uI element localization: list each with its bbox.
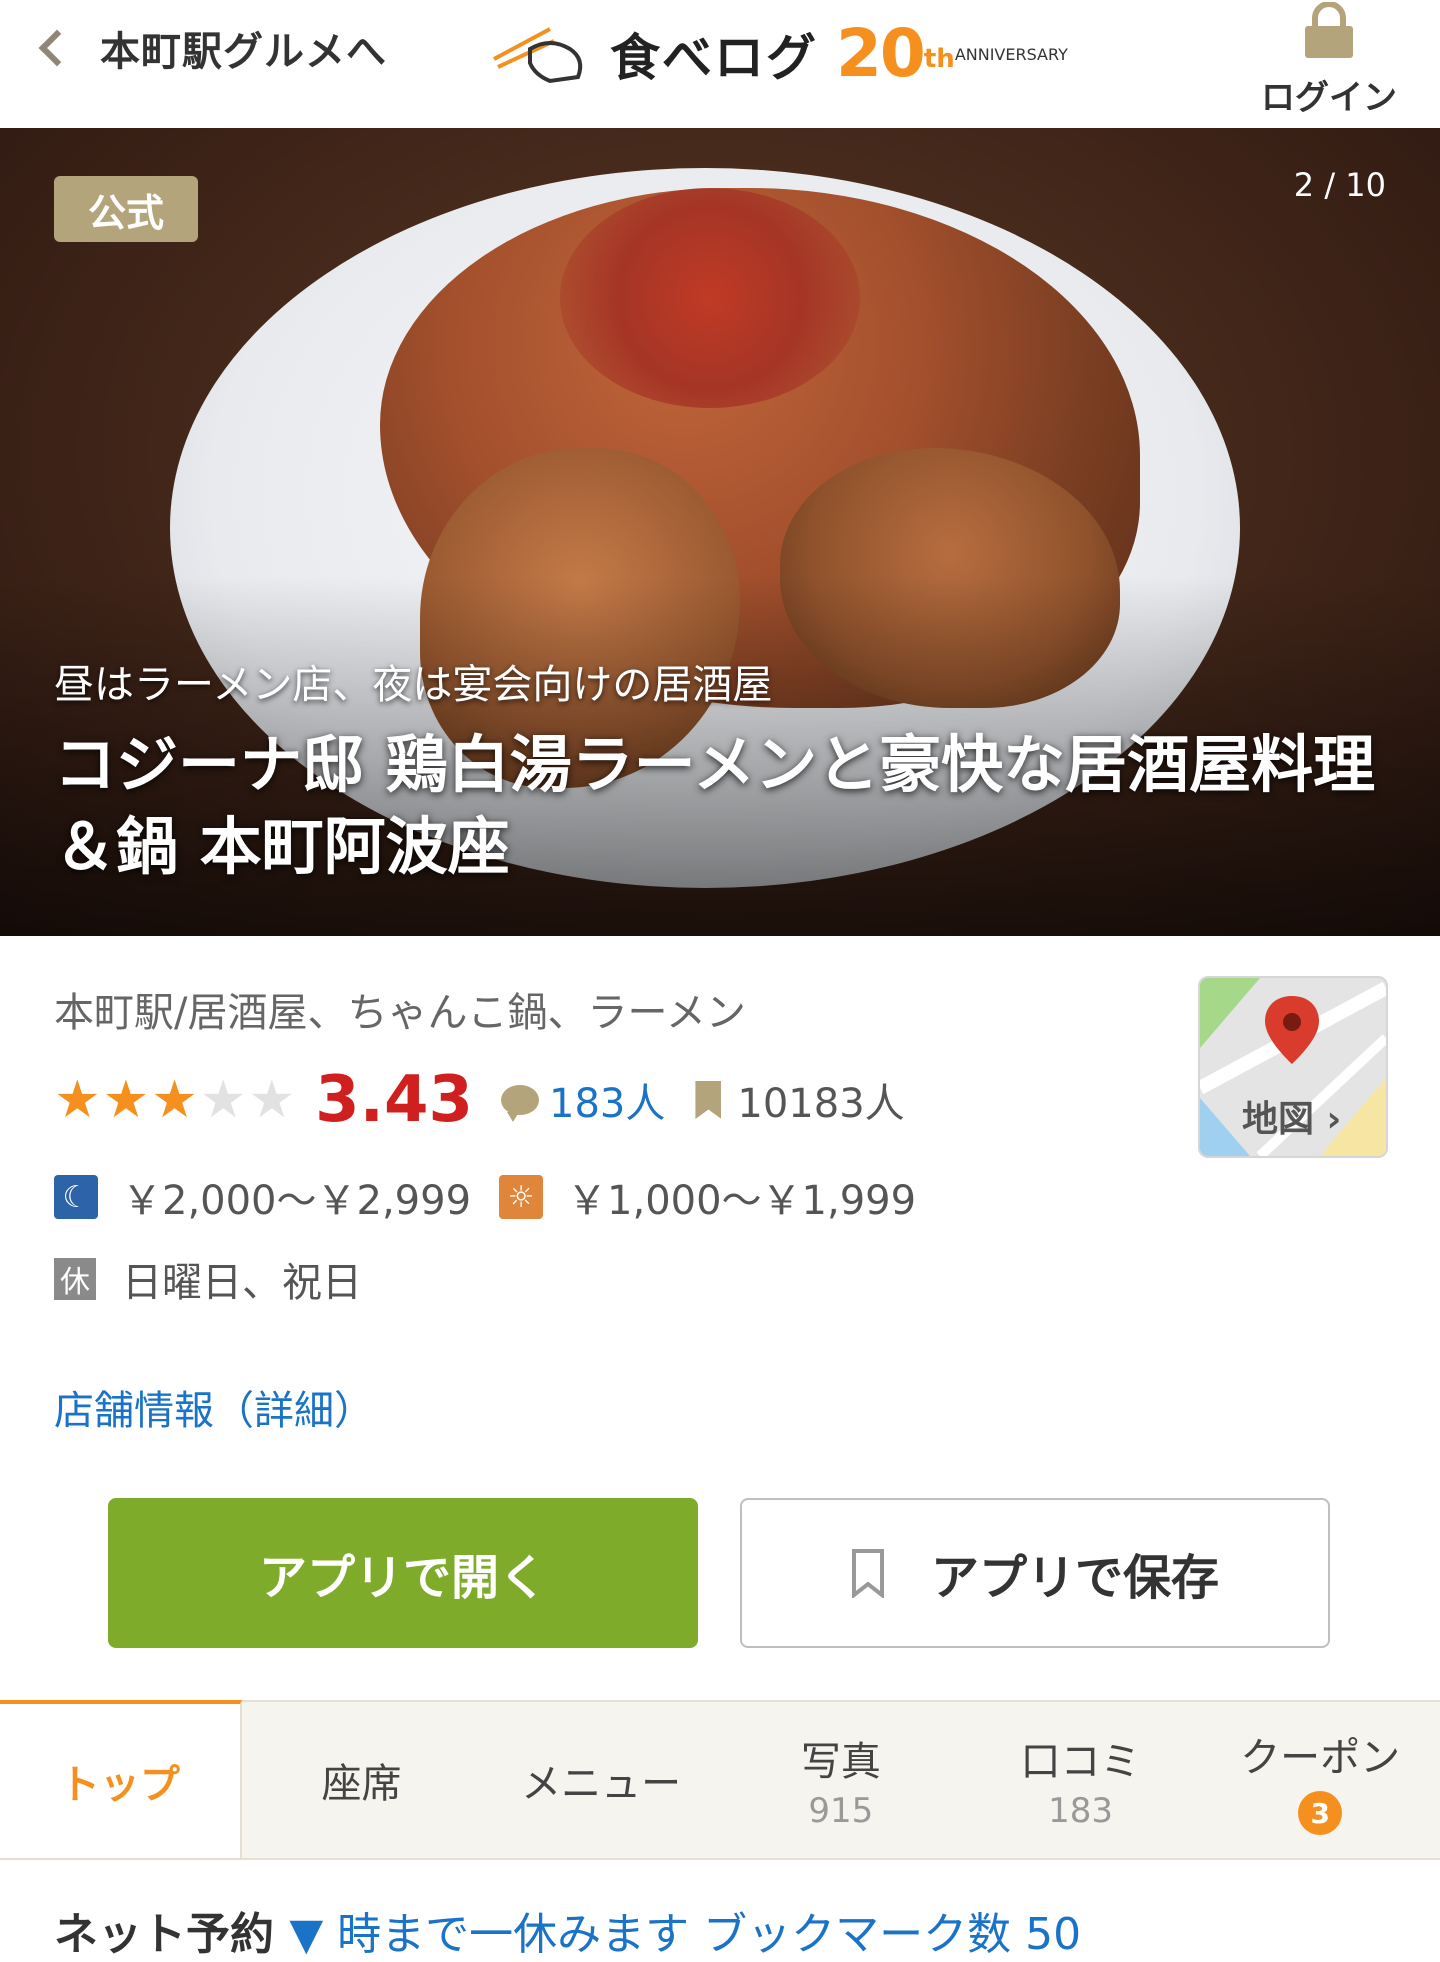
login-button[interactable]: ログイン xyxy=(1254,0,1404,119)
tab-top[interactable]: トップ xyxy=(0,1700,242,1858)
review-count: 183 xyxy=(1048,1791,1113,1831)
dinner-price: ￥2,000〜￥2,999 xyxy=(122,1178,472,1224)
bookmark-icon xyxy=(695,1081,722,1119)
tab-label: 口コミ xyxy=(1020,1739,1141,1785)
price-row: ☾ ￥2,000〜￥2,999 ☼ ￥1,000〜￥1,999 xyxy=(54,1170,944,1224)
bookmark-count: 10183人 xyxy=(737,1081,905,1127)
anniversary-number: 20 xyxy=(836,15,926,92)
star-filled-icon: ★ xyxy=(151,1070,198,1130)
official-badge: 公式 xyxy=(54,176,198,242)
tabelog-logo[interactable]: 食べログ 20 th ANNIVERSARY xyxy=(490,14,1068,94)
save-in-app-button[interactable]: アプリで保存 xyxy=(740,1498,1330,1648)
anniversary-suffix: th xyxy=(923,44,955,74)
lunch-price: ￥1,000〜￥1,999 xyxy=(567,1178,917,1224)
open-in-app-button[interactable]: アプリで開く xyxy=(108,1498,698,1648)
sun-icon: ☼ xyxy=(499,1175,544,1219)
catch-copy: 昼はラーメン店、夜は宴会向けの居酒屋 xyxy=(54,662,773,708)
review-count-link[interactable]: 183人 xyxy=(549,1071,665,1129)
shop-tabs: トップ 座席 メニュー 写真 915 口コミ 183 クーポン 3 xyxy=(0,1700,1440,1860)
map-label: 地図 › xyxy=(1242,1099,1342,1140)
anniversary-mark: 20 th xyxy=(836,15,955,92)
chevron-left-icon xyxy=(38,29,76,67)
tab-label: トップ xyxy=(59,1762,180,1808)
closed-day-icon: 休 xyxy=(54,1258,96,1300)
photo-counter: 2 / 10 xyxy=(1293,166,1386,204)
chopsticks-hand-icon xyxy=(493,27,583,84)
tab-coupons[interactable]: クーポン 3 xyxy=(1200,1702,1440,1858)
map-button[interactable]: 地図 › xyxy=(1198,976,1388,1158)
closed-days: 日曜日、祝日 xyxy=(122,1260,362,1306)
peek-heading: ネット予約 xyxy=(54,1909,274,1960)
logo-text: 食べログ xyxy=(610,29,818,87)
tab-reviews[interactable]: 口コミ 183 xyxy=(961,1702,1201,1858)
star-filled-icon: ★ xyxy=(54,1070,101,1130)
anniversary-word: ANNIVERSARY xyxy=(954,44,1068,64)
star-empty-icon: ★ xyxy=(248,1070,296,1130)
rating-row: ★ ★ ★ ★ ★ 3.43 183人 10183人 xyxy=(54,1060,905,1140)
save-in-app-label: アプリで保存 xyxy=(930,1550,1219,1606)
open-in-app-label: アプリで開く xyxy=(258,1550,547,1606)
star-empty-icon: ★ xyxy=(199,1070,247,1130)
tab-label: 写真 xyxy=(800,1739,881,1785)
moon-icon: ☾ xyxy=(54,1175,98,1219)
shop-name: コジーナ邸 鶏白湯ラーメンと豪快な居酒屋料理＆鍋 本町阿波座 xyxy=(54,728,1376,883)
star-filled-icon: ★ xyxy=(102,1070,150,1130)
back-link-label: 本町駅グルメへ xyxy=(100,29,387,75)
rating-stars: ★ ★ ★ ★ ★ xyxy=(54,1074,297,1126)
photo-count: 915 xyxy=(808,1791,874,1831)
lock-icon xyxy=(1305,1,1353,58)
net-reservation-heading: ネット予約 ▼ 時まで一休みます ブックマーク数 50 xyxy=(54,1898,1081,1962)
store-detail-link[interactable]: 店舗情報（詳細） xyxy=(54,1378,374,1436)
tab-label: メニュー xyxy=(521,1761,682,1807)
back-to-area-link[interactable]: 本町駅グルメへ xyxy=(36,18,387,78)
station-genre: 本町駅/居酒屋、ちゃんこ鍋、ラーメン xyxy=(54,990,746,1036)
tab-label: クーポン xyxy=(1240,1735,1401,1781)
login-label: ログイン xyxy=(1261,78,1397,118)
hero-photo[interactable]: 公式 2 / 10 昼はラーメン店、夜は宴会向けの居酒屋 コジーナ邸 鶏白湯ラー… xyxy=(0,128,1440,936)
tab-menu[interactable]: メニュー xyxy=(481,1702,721,1858)
bookmark-outline-icon xyxy=(851,1549,884,1598)
speech-bubble-icon xyxy=(501,1085,540,1122)
tab-photos[interactable]: 写真 915 xyxy=(721,1702,961,1858)
tab-seats[interactable]: 座席 xyxy=(242,1702,482,1858)
holiday-row: 休 日曜日、祝日 xyxy=(54,1252,362,1306)
coupon-count-badge: 3 xyxy=(1298,1791,1343,1835)
tab-label: 座席 xyxy=(321,1761,402,1807)
peek-link[interactable]: ▼ 時まで一休みます ブックマーク数 50 xyxy=(289,1909,1081,1960)
header: 本町駅グルメへ 食べログ 20 th ANNIVERSARY ログイン xyxy=(0,0,1440,128)
spice-topping xyxy=(560,188,860,408)
rating-score: 3.43 xyxy=(315,1063,474,1137)
